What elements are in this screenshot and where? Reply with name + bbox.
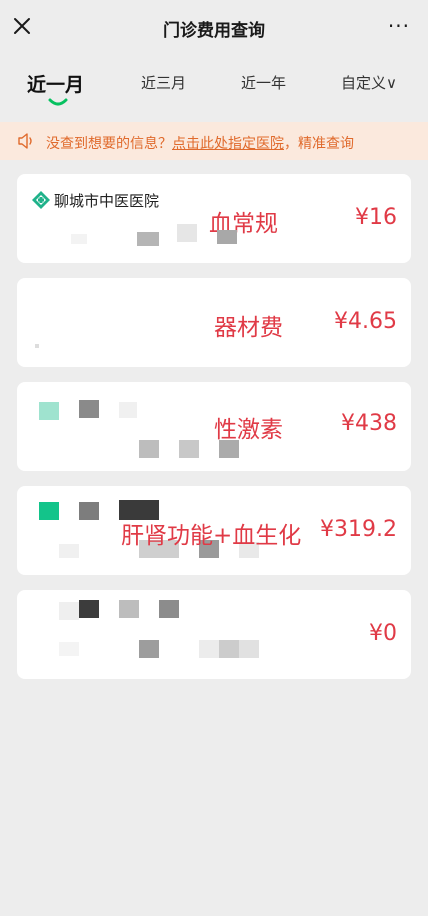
redacted-block — [239, 640, 259, 658]
specify-hospital-link[interactable]: 点击此处指定医院 — [172, 136, 284, 152]
amount-annotation: ¥4.65 — [334, 309, 397, 334]
redacted-block — [119, 600, 139, 618]
speaker-icon — [18, 133, 32, 149]
tab-last-three-months[interactable]: 近三月 — [141, 72, 186, 93]
amount-annotation: ¥438 — [341, 411, 397, 436]
tab-custom[interactable]: 自定义∨ — [341, 72, 397, 93]
hospital-logo-icon — [32, 191, 50, 209]
redacted-block — [59, 544, 79, 558]
notice-prefix: 没查到想要的信息？ — [46, 136, 172, 152]
notice-text: 没查到想要的信息？点击此处指定医院，精准查询 — [46, 133, 354, 153]
redacted-block — [79, 400, 99, 418]
amount-annotation: ¥16 — [355, 205, 397, 230]
redacted-block — [219, 640, 239, 658]
redacted-block — [79, 502, 99, 520]
redacted-block — [59, 602, 79, 620]
tab-last-year[interactable]: 近一年 — [241, 72, 286, 93]
item-annotation: 性激素 — [214, 417, 283, 443]
redacted-block — [177, 224, 197, 242]
amount-annotation: ¥319.2 — [320, 517, 397, 542]
expense-record-card[interactable]: 聊城市中医医院 血常规 ¥16 — [17, 174, 411, 263]
redacted-block — [59, 642, 79, 656]
amount-annotation: ¥0 — [369, 621, 397, 646]
expense-record-card[interactable]: 器材费 ¥4.65 — [17, 278, 411, 367]
date-range-tabs: 近一月 近三月 近一年 自定义∨ — [0, 56, 428, 118]
redacted-block — [119, 402, 137, 418]
redacted-block — [71, 234, 87, 244]
hospital-name: 聊城市中医医院 — [54, 192, 160, 210]
nav-bar: 门诊费用查询 ··· — [0, 0, 428, 56]
item-annotation: 肝肾功能+血生化 — [121, 523, 302, 549]
redacted-block — [199, 640, 219, 658]
expense-record-card[interactable]: ¥0 — [17, 590, 411, 679]
more-options-icon[interactable]: ··· — [388, 16, 410, 36]
redacted-block — [39, 402, 59, 420]
item-annotation: 器材费 — [214, 315, 283, 341]
expense-record-card[interactable]: 性激素 ¥438 — [17, 382, 411, 471]
redacted-block — [217, 230, 237, 244]
page-title: 门诊费用查询 — [163, 21, 265, 41]
notice-suffix: ，精准查询 — [284, 136, 354, 152]
redacted-block — [79, 600, 99, 618]
redacted-block — [179, 440, 199, 458]
expense-record-card[interactable]: 肝肾功能+血生化 ¥319.2 — [17, 486, 411, 575]
redacted-block — [139, 640, 159, 658]
redacted-block — [159, 600, 179, 618]
redacted-block — [137, 232, 159, 246]
tab-last-month[interactable]: 近一月 — [27, 70, 84, 97]
active-tab-indicator — [48, 98, 68, 106]
redacted-block — [35, 344, 39, 348]
redacted-block — [139, 440, 159, 458]
notice-bar: 没查到想要的信息？点击此处指定医院，精准查询 — [0, 122, 428, 160]
redacted-block — [39, 502, 59, 520]
